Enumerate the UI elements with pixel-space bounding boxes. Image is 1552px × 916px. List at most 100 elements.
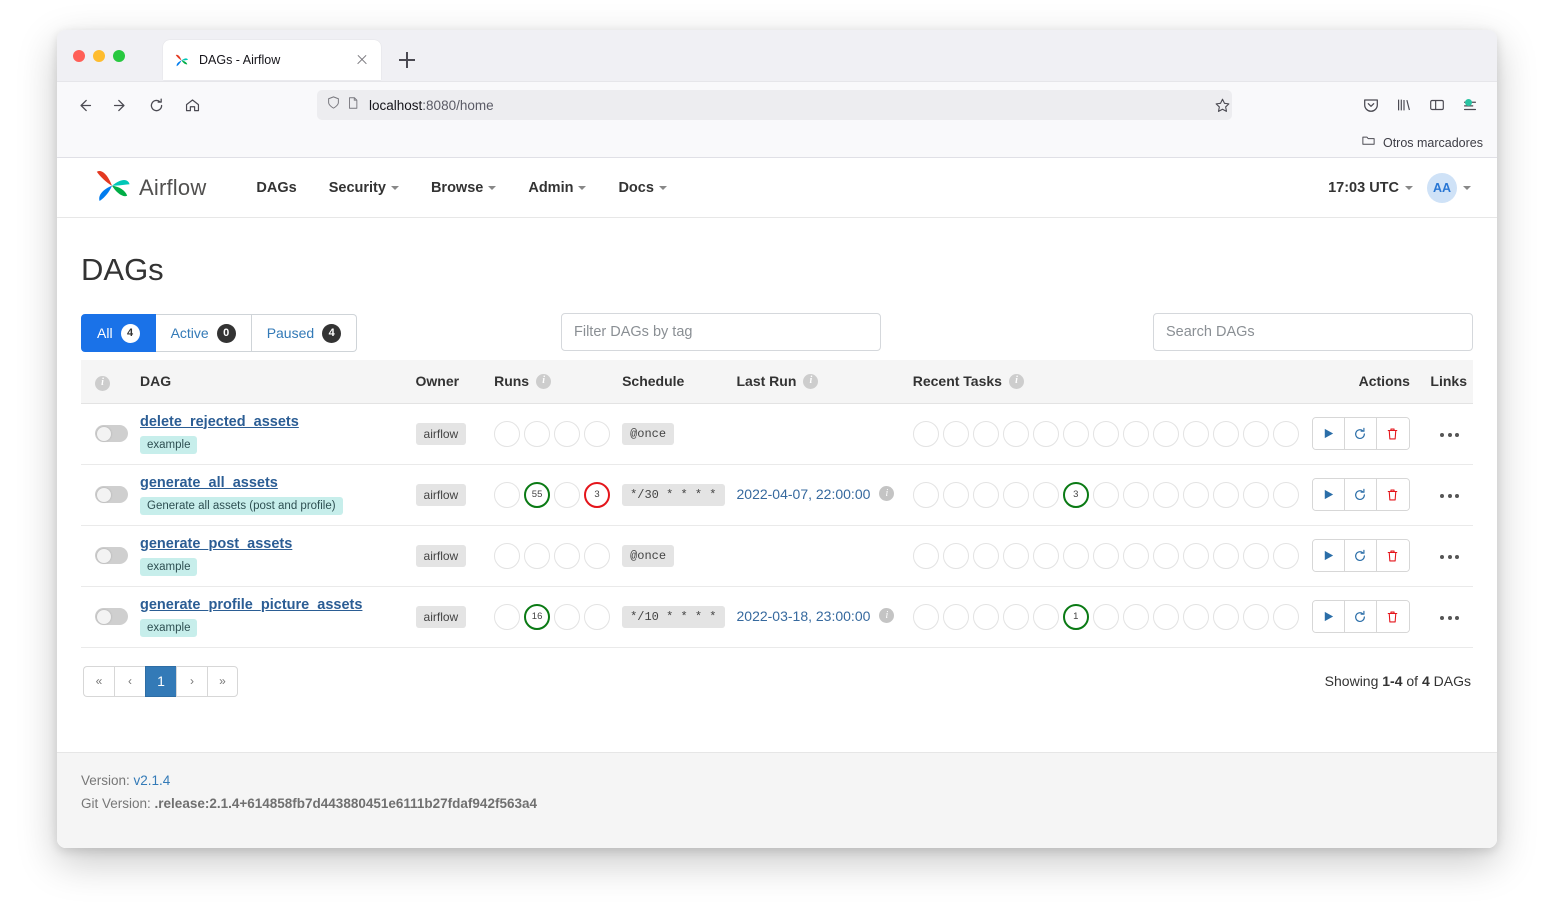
th-schedule[interactable]: Schedule [616, 360, 730, 403]
pagination-first[interactable]: « [83, 666, 114, 697]
browser-tab[interactable]: DAGs - Airflow [163, 40, 381, 80]
dag-run-circle[interactable] [494, 604, 520, 630]
dag-owner-chip[interactable]: airflow [416, 484, 467, 506]
dag-task-circle[interactable] [1033, 421, 1059, 447]
address-bar[interactable]: localhost:8080/home [317, 90, 1232, 120]
dag-task-circle[interactable]: 1 [1063, 604, 1089, 630]
info-icon[interactable]: i [803, 374, 818, 389]
trigger-dag-button[interactable] [1313, 601, 1345, 632]
dag-run-circle[interactable] [554, 482, 580, 508]
dag-task-circle[interactable] [1033, 604, 1059, 630]
dag-task-circle[interactable] [1153, 482, 1179, 508]
dag-task-circle[interactable] [1093, 421, 1119, 447]
dag-task-circle[interactable] [1153, 604, 1179, 630]
nav-item-dags[interactable]: DAGs [240, 172, 312, 204]
dag-task-circle[interactable] [1003, 543, 1029, 569]
dag-task-circle[interactable] [943, 421, 969, 447]
dag-name-link[interactable]: delete_rejected_assets [140, 414, 404, 430]
pagination-next[interactable]: › [176, 666, 207, 697]
dag-task-circle[interactable] [913, 604, 939, 630]
nav-item-security[interactable]: Security [313, 172, 415, 204]
dag-task-circle[interactable] [1093, 604, 1119, 630]
dag-task-circle[interactable] [1033, 543, 1059, 569]
dag-task-circle[interactable] [1273, 604, 1299, 630]
dag-run-circle[interactable] [554, 604, 580, 630]
version-link[interactable]: v2.1.4 [134, 773, 171, 788]
dag-tag-chip[interactable]: example [140, 619, 197, 637]
dag-links-more-icon[interactable] [1432, 427, 1467, 443]
dag-task-circle[interactable] [1273, 543, 1299, 569]
dag-run-circle[interactable] [494, 543, 520, 569]
dag-tag-chip[interactable]: example [140, 436, 197, 454]
tag-filter-input[interactable]: Filter DAGs by tag [561, 313, 881, 351]
dag-task-circle[interactable] [913, 543, 939, 569]
dag-task-circle[interactable] [1213, 604, 1239, 630]
dag-pause-toggle[interactable] [95, 547, 128, 564]
delete-dag-button[interactable] [1377, 540, 1409, 571]
dag-task-circle[interactable] [943, 482, 969, 508]
minimize-window-button[interactable] [93, 50, 105, 62]
dag-owner-chip[interactable]: airflow [416, 423, 467, 445]
info-icon[interactable]: i [1009, 374, 1024, 389]
maximize-window-button[interactable] [113, 50, 125, 62]
dag-name-link[interactable]: generate_post_assets [140, 536, 404, 552]
new-tab-button[interactable] [397, 50, 417, 70]
dag-owner-chip[interactable]: airflow [416, 606, 467, 628]
library-icon[interactable] [1389, 90, 1419, 120]
airflow-brand[interactable]: Airflow [92, 165, 206, 210]
dag-task-circle[interactable] [1243, 604, 1269, 630]
sidebar-icon[interactable] [1422, 90, 1452, 120]
dag-run-circle[interactable] [584, 543, 610, 569]
dag-task-circle[interactable] [1123, 604, 1149, 630]
trigger-dag-button[interactable] [1313, 479, 1345, 510]
pagination-last[interactable]: » [207, 666, 238, 697]
trigger-dag-button[interactable] [1313, 418, 1345, 449]
dag-run-circle[interactable]: 3 [584, 482, 610, 508]
forward-button[interactable] [105, 90, 135, 120]
dag-task-circle[interactable] [1093, 482, 1119, 508]
filter-paused-button[interactable]: Paused 4 [252, 314, 357, 352]
dag-last-run-link[interactable]: 2022-03-18, 23:00:00 [737, 608, 871, 624]
dag-task-circle[interactable] [1123, 482, 1149, 508]
dag-task-circle[interactable] [1243, 482, 1269, 508]
dag-task-circle[interactable] [943, 604, 969, 630]
info-icon[interactable]: i [95, 376, 110, 391]
refresh-dag-button[interactable] [1345, 418, 1377, 449]
trigger-dag-button[interactable] [1313, 540, 1345, 571]
back-button[interactable] [69, 90, 99, 120]
dag-tag-chip[interactable]: Generate all assets (post and profile) [140, 497, 343, 515]
dag-task-circle[interactable] [973, 543, 999, 569]
dag-task-circle[interactable] [1063, 421, 1089, 447]
dag-task-circle[interactable] [1123, 543, 1149, 569]
dag-task-circle[interactable] [973, 604, 999, 630]
close-window-button[interactable] [73, 50, 85, 62]
app-menu-icon[interactable] [1455, 90, 1485, 120]
dag-run-circle[interactable]: 16 [524, 604, 550, 630]
dag-task-circle[interactable] [1123, 421, 1149, 447]
dag-last-run-link[interactable]: 2022-04-07, 22:00:00 [737, 486, 871, 502]
dag-tag-chip[interactable]: example [140, 558, 197, 576]
refresh-dag-button[interactable] [1345, 540, 1377, 571]
dag-task-circle[interactable] [1183, 604, 1209, 630]
dag-pause-toggle[interactable] [95, 608, 128, 625]
dag-links-more-icon[interactable] [1432, 610, 1467, 626]
dag-schedule-chip[interactable]: */30 * * * * [622, 484, 724, 506]
dag-run-circle[interactable] [554, 543, 580, 569]
dag-run-circle[interactable] [524, 421, 550, 447]
dag-task-circle[interactable] [1003, 421, 1029, 447]
dag-task-circle[interactable]: 3 [1063, 482, 1089, 508]
reload-button[interactable] [141, 90, 171, 120]
dag-run-circle[interactable] [524, 543, 550, 569]
avatar[interactable]: AA [1427, 173, 1457, 203]
delete-dag-button[interactable] [1377, 418, 1409, 449]
dag-task-circle[interactable] [1003, 482, 1029, 508]
dag-task-circle[interactable] [1273, 421, 1299, 447]
dag-links-more-icon[interactable] [1432, 549, 1467, 565]
nav-item-browse[interactable]: Browse [415, 172, 512, 204]
dag-task-circle[interactable] [1243, 543, 1269, 569]
dag-name-link[interactable]: generate_profile_picture_assets [140, 597, 404, 613]
info-icon[interactable]: i [536, 374, 551, 389]
dag-task-circle[interactable] [1153, 543, 1179, 569]
filter-all-button[interactable]: All 4 [81, 314, 156, 352]
dag-task-circle[interactable] [1063, 543, 1089, 569]
